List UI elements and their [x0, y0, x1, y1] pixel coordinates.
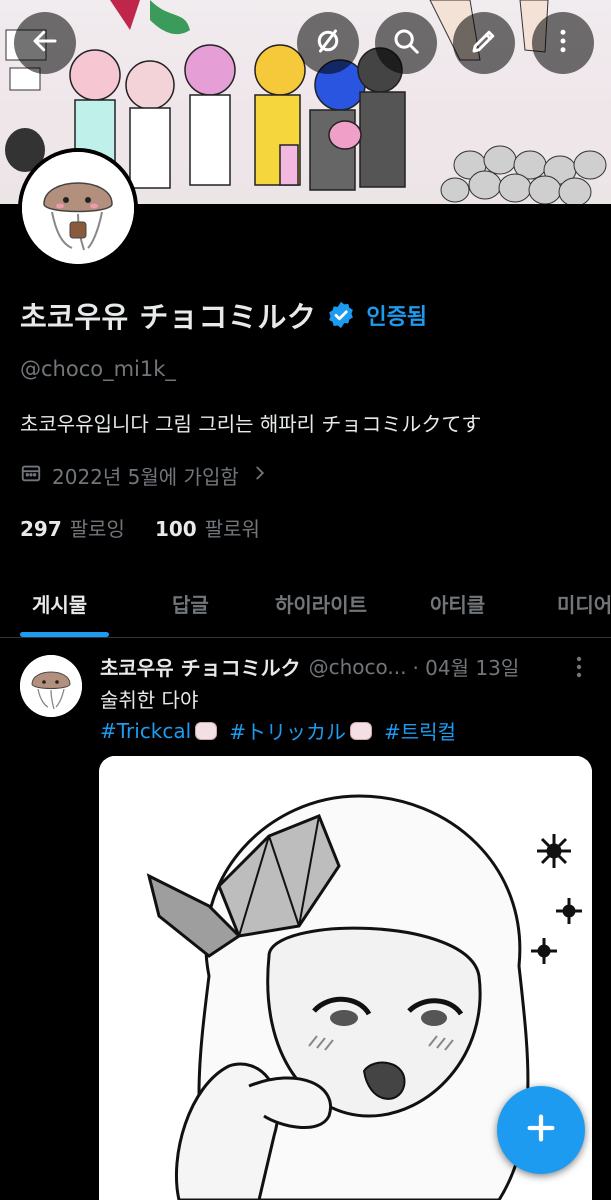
post-author-avatar[interactable] [20, 655, 82, 717]
profile-handle: @choco_mi1k_ [20, 357, 176, 381]
edit-button[interactable] [453, 12, 515, 74]
post-text: 술취한 다야 [100, 688, 199, 712]
followers-link[interactable]: 100 팔로워 [155, 513, 260, 542]
back-button[interactable] [14, 12, 76, 74]
calendar-icon [20, 462, 42, 489]
profile-tabs: 게시물 답글 하이라이트 아티클 미디어 [0, 568, 611, 638]
tab-posts[interactable]: 게시물 [32, 568, 87, 638]
following-count: 297 [20, 517, 62, 541]
followers-label: 팔로워 [204, 517, 260, 541]
character-emoji-icon [349, 721, 372, 740]
grok-button[interactable] [297, 12, 359, 74]
more-vertical-icon [548, 26, 578, 60]
arrow-left-icon [30, 26, 60, 60]
hashtag-link[interactable]: #Trickcal [100, 719, 191, 743]
post-avatar-illustration [20, 655, 82, 717]
tab-highlights[interactable]: 하이라이트 [275, 568, 367, 638]
follow-stats: 297 팔로잉 100 팔로워 [20, 513, 260, 542]
joined-date-row[interactable]: 2022년 5월에 가입함 [20, 461, 271, 490]
compose-button[interactable] [497, 1086, 585, 1174]
tab-articles[interactable]: 아티클 [430, 568, 485, 638]
profile-name-row: 초코우유 チョコミルク 인증됨 [20, 294, 427, 336]
tab-media[interactable]: 미디어 [557, 568, 611, 638]
chevron-right-icon [249, 462, 271, 489]
search-icon [391, 26, 421, 60]
hashtag-link[interactable]: #トリッカル [229, 716, 346, 745]
post-author-name[interactable]: 초코우유 チョコミルク [100, 652, 301, 681]
hashtag-link[interactable]: #트릭컬 [384, 716, 456, 745]
avatar-illustration [22, 152, 134, 264]
post-date[interactable]: · 04월 13일 [412, 652, 519, 681]
circle-slash-icon [313, 26, 343, 60]
pencil-icon [469, 26, 499, 60]
more-vertical-icon [568, 656, 590, 684]
post-hashtags: #Trickcal #トリッカル #트릭컬 [100, 716, 456, 745]
character-emoji-icon [195, 721, 218, 740]
profile-bio: 초코우유입니다 그림 그리는 해파리 チョコミルクてす [20, 412, 482, 436]
plus-icon [524, 1111, 558, 1149]
post-more-button[interactable] [568, 654, 590, 680]
tab-replies[interactable]: 답글 [172, 568, 209, 638]
following-label: 팔로잉 [69, 517, 125, 541]
verified-badge-icon[interactable] [326, 300, 356, 330]
post-author-handle[interactable]: @choco... [309, 655, 407, 679]
joined-text: 2022년 5월에 가입함 [52, 465, 239, 489]
search-button[interactable] [375, 12, 437, 74]
active-tab-indicator [20, 632, 109, 637]
more-options-button[interactable] [532, 12, 594, 74]
display-name: 초코우유 チョコミルク [20, 300, 317, 334]
profile-avatar[interactable] [18, 148, 138, 268]
verified-label[interactable]: 인증됨 [366, 299, 427, 331]
post-header: 초코우유 チョコミルク @choco... · 04월 13일 [100, 652, 570, 681]
followers-count: 100 [154, 517, 197, 541]
following-link[interactable]: 297 팔로잉 [20, 513, 125, 542]
